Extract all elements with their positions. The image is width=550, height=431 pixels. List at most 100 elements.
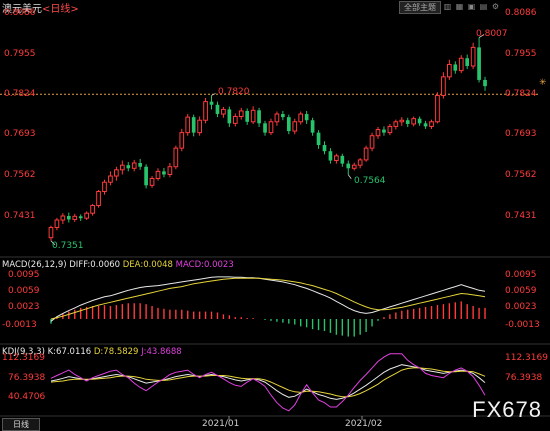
candle-body-down (423, 123, 428, 127)
candle-body-up (441, 76, 446, 96)
candle-body-down (138, 163, 143, 167)
candle-body-up (84, 212, 89, 219)
chart-icon[interactable]: ▥ (443, 1, 452, 12)
candle-body-down (245, 110, 250, 122)
macd-tick-left: 0.0095 (8, 270, 40, 280)
candle-body-up (60, 215, 66, 221)
candle-body-down (340, 155, 345, 164)
candle-body-up (179, 132, 185, 149)
price-tick-right: 0.7955 (505, 49, 537, 59)
candle-body-down (281, 114, 285, 118)
candle-body-up (173, 147, 179, 168)
macd-legend: MACD(26,12,9) DIFF:0.0060 DEA:0.0048 MAC… (2, 260, 234, 270)
candle-body-down (162, 171, 166, 175)
candle-body-up (238, 110, 244, 118)
macd-tick-right: 0.0023 (505, 302, 537, 312)
candle-body-down (405, 120, 410, 124)
candle-body-up (102, 181, 107, 193)
candle-body-down (310, 120, 315, 133)
candle-body-up (470, 46, 476, 67)
macd-tick-right: 0.0059 (505, 286, 537, 296)
candle-body-up (90, 204, 95, 214)
zoom-out-icon[interactable]: ▤ (479, 1, 488, 12)
date-tick: 2021/02 (345, 419, 383, 429)
macd-tick-right: 0.0095 (505, 270, 537, 280)
candle-body-down (144, 166, 148, 186)
kdj-tick-left: 112.3169 (2, 353, 45, 363)
candle-body-up (48, 226, 54, 239)
candle-body-up (54, 219, 60, 228)
price-tick-left: 0.7431 (4, 211, 36, 221)
theme-button[interactable]: 全部主题 (399, 1, 441, 14)
dashed-level-marker-icon: ✳ (539, 78, 547, 88)
candle-body-up (155, 170, 161, 179)
watermark-logo: FX678 (472, 397, 542, 422)
macd-tick-left: 0.0023 (8, 302, 40, 312)
candle-body-up (96, 191, 101, 206)
candle-body-up (119, 164, 125, 171)
candle-body-up (447, 63, 452, 78)
price-tick-left: 0.7824 (4, 89, 36, 99)
macd-tick-left: -0.0013 (2, 320, 37, 330)
kdj-d-value: D:78.5829 (93, 347, 139, 357)
kdj-j-value: J:43.8688 (141, 347, 182, 357)
candle-body-down (257, 110, 261, 124)
candle-body-up (114, 169, 119, 177)
candle-body-down (215, 104, 220, 115)
macd-tick-right: -0.0013 (505, 320, 540, 330)
candle-body-down (263, 123, 267, 133)
period-label: <日线> (42, 4, 79, 15)
candle-body-up (292, 121, 298, 132)
candle-body-up (72, 215, 78, 220)
candle-body-up (167, 166, 173, 175)
candle-body-down (453, 64, 458, 71)
candle-body-down (328, 151, 333, 161)
candle-body-up (108, 175, 113, 183)
price-tick-left: 0.7693 (4, 129, 36, 139)
kdj-tick-left: 40.4706 (8, 392, 46, 402)
annotation-leader (347, 174, 352, 180)
candle-body-up (393, 121, 399, 127)
candle-body-up (411, 118, 417, 125)
candle-body-up (185, 116, 191, 134)
date-tick: 2021/01 (202, 419, 240, 429)
candle-body-down (346, 163, 351, 169)
candle-body-up (268, 121, 274, 134)
candle-body-down (126, 165, 131, 169)
candle-body-up (203, 101, 208, 121)
price-tick-right: 0.7431 (505, 211, 537, 221)
period-tab-daily[interactable]: 日线 (2, 418, 40, 431)
price-tick-left: 0.7562 (4, 170, 36, 180)
candle-body-up (363, 147, 369, 161)
kdj-k-value: K:67.0116 (47, 347, 92, 357)
candle-body-up (357, 159, 363, 166)
candle-body-up (334, 155, 339, 162)
candle-body-down (382, 129, 386, 133)
candle-body-up (232, 116, 238, 124)
price-tick-left: 0.7955 (4, 49, 36, 59)
candle-body-down (286, 117, 291, 132)
kdj-tick-right: 112.3169 (505, 353, 548, 363)
annotation-mid-high: 0.7820 (218, 87, 250, 97)
price-tick-right: 0.7693 (505, 129, 537, 139)
candle-body-up (435, 94, 440, 123)
candle-body-up (298, 113, 304, 123)
grid-icon[interactable]: ▦ (455, 1, 464, 12)
macd-dea-value: DEA:0.0048 (122, 260, 173, 270)
price-tick-left: 0.8086 (4, 8, 36, 18)
candle-body-down (417, 118, 422, 124)
kdj-tick-right: 76.3938 (505, 373, 543, 383)
candle-body-down (191, 117, 196, 133)
candle-body-down (483, 79, 487, 87)
price-tick-right: 0.8086 (505, 8, 537, 18)
candle-body-down (209, 101, 214, 105)
candle-body-down (78, 216, 83, 219)
macd-diff-value: DIFF:0.0060 (69, 260, 121, 270)
chart-window: 澳元美元<日线> 全部主题 ▥ ▦ ▣ ▤ ⚙ 0.8086 0.7955 0.… (0, 0, 550, 431)
settings-icon[interactable]: ⚙ (491, 1, 500, 12)
kdj-j-line (50, 353, 486, 412)
candle-body-down (227, 109, 232, 124)
zoom-in-icon[interactable]: ▣ (467, 1, 476, 12)
candle-body-down (316, 132, 321, 146)
candle-body-up (274, 113, 280, 123)
